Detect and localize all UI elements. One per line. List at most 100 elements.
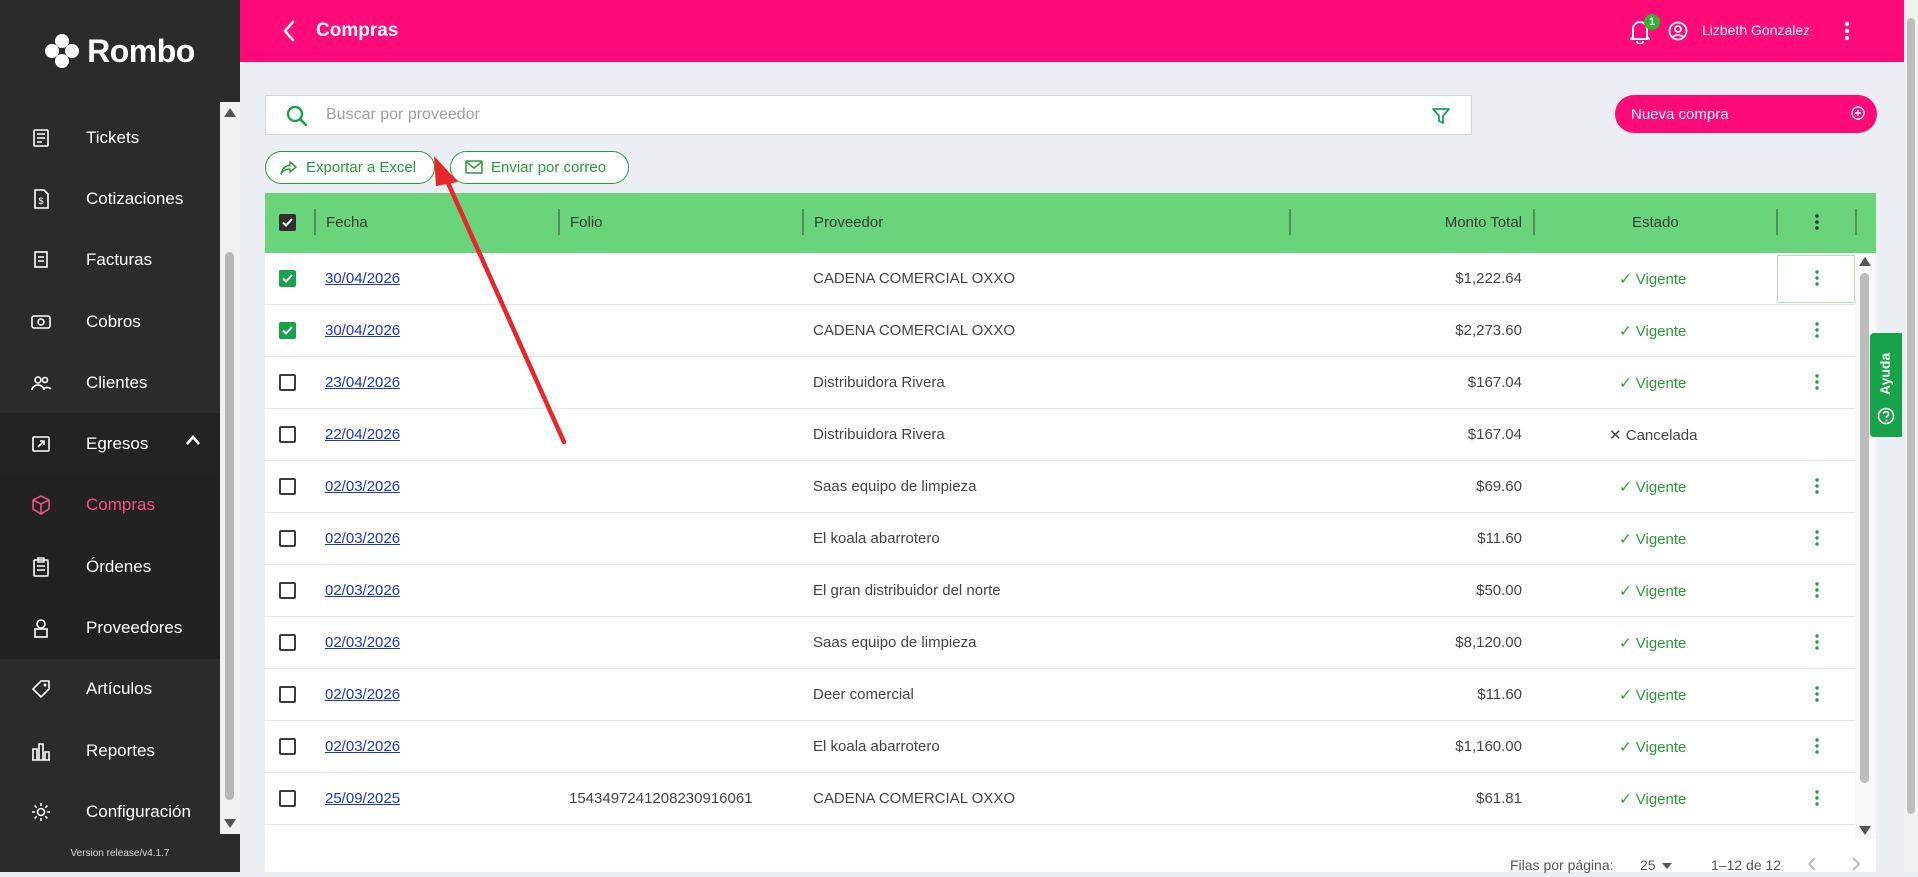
export-excel-button[interactable]: Exportar a Excel (265, 151, 435, 184)
row-checkbox[interactable] (279, 738, 296, 755)
more-vert-icon[interactable] (1814, 789, 1820, 807)
column-header-supplier[interactable]: Proveedor (814, 214, 883, 231)
table-row[interactable]: 02/03/2026 El koala abarrotero $1,160.00 ✓ … (265, 721, 1855, 773)
sidebar-item-articulos[interactable]: Artículos (0, 659, 220, 720)
date-link[interactable]: 23/04/2026 (325, 374, 400, 391)
date-link[interactable]: 02/03/2026 (325, 634, 400, 651)
pagination: Filas por página: 25 1–12 de 12 (265, 847, 1876, 877)
table-row[interactable]: 23/04/2026 Distribuidora Rivera $167.04 ✓ V… (265, 357, 1855, 409)
column-header-amount[interactable]: Monto Total (1405, 214, 1522, 231)
sidebar-item-compras[interactable]: Compras (0, 474, 220, 537)
purchases-table: Fecha Folio Proveedor Monto Total Estado… (265, 193, 1876, 873)
check-icon: ✓ (1619, 323, 1636, 340)
filter-icon[interactable] (1431, 106, 1451, 126)
sidebar-item-label: Proveedores (86, 618, 183, 638)
sidebar-item-ordenes[interactable]: Órdenes (0, 536, 220, 598)
table-row[interactable]: 02/03/2026 El gran distribuidor del norte… (265, 565, 1855, 617)
more-vert-icon[interactable] (1814, 321, 1820, 339)
supplier-cell: Distribuidora Rivera (813, 374, 945, 391)
check-icon: ✓ (1619, 479, 1636, 496)
brand-logo[interactable]: Rombo (0, 0, 240, 102)
amount-cell: $1,222.64 (1455, 270, 1522, 287)
sidebar-item-cobros[interactable]: Cobros (0, 291, 220, 352)
user-icon[interactable] (1668, 21, 1688, 41)
table-row[interactable]: 22/04/2026 Distribuidora Rivera $167.04 ✕ C… (265, 409, 1855, 461)
column-menu-icon[interactable] (1814, 213, 1820, 231)
status-badge: ✓ Vigente (1619, 790, 1686, 808)
share-icon (280, 161, 297, 175)
more-vert-icon[interactable] (1814, 737, 1820, 755)
user-name[interactable]: Lizbeth Gonzalez (1702, 22, 1810, 38)
logo-icon (45, 34, 80, 68)
table-row[interactable]: 30/04/2026 CADENA COMERCIAL OXXO $1,222.64… (265, 253, 1855, 305)
tag-icon (30, 678, 52, 700)
send-email-button[interactable]: Enviar por correo (450, 151, 629, 184)
row-checkbox[interactable] (279, 686, 296, 703)
sidebar-item-label: Cobros (86, 311, 141, 331)
date-link[interactable]: 22/04/2026 (325, 426, 400, 443)
date-link[interactable]: 30/04/2026 (325, 270, 400, 287)
search-input[interactable] (326, 104, 1326, 126)
sidebar-item-label: Órdenes (86, 556, 152, 576)
table-row[interactable]: 02/03/2026 Saas equipo de limpieza $8,120.… (265, 617, 1855, 669)
row-checkbox[interactable] (279, 790, 296, 807)
sidebar-item-facturas[interactable]: Facturas (0, 230, 220, 291)
sidebar-scrollbar[interactable] (220, 102, 240, 834)
more-vert-icon[interactable] (1814, 373, 1820, 391)
back-arrow-icon[interactable] (282, 20, 296, 42)
table-row[interactable]: 25/09/2025 1543497241208230916061 CADENA C… (265, 773, 1855, 825)
row-checkbox[interactable] (279, 582, 296, 599)
clipboard-icon (30, 556, 52, 578)
row-checkbox[interactable] (279, 634, 296, 651)
select-all-checkbox[interactable] (279, 214, 296, 231)
column-header-date[interactable]: Fecha (326, 214, 368, 231)
table-row[interactable]: 02/03/2026 El koala abarrotero $11.60 ✓ Vig… (265, 513, 1855, 565)
sidebar-item-egresos[interactable]: Egresos (0, 413, 220, 475)
page-scrollbar[interactable] (1904, 0, 1918, 872)
sidebar-item-reportes[interactable]: Reportes (0, 720, 220, 781)
chevron-up-icon[interactable] (186, 435, 200, 446)
more-vert-icon[interactable] (1814, 633, 1820, 651)
prev-page-icon[interactable] (1807, 857, 1817, 871)
quote-icon: $ (30, 188, 52, 210)
rows-per-page-label: Filas por página: (1510, 857, 1614, 873)
date-link[interactable]: 30/04/2026 (325, 322, 400, 339)
status-label: Vigente (1635, 323, 1687, 340)
chevron-down-icon[interactable] (1662, 863, 1672, 869)
more-vert-icon[interactable] (1844, 20, 1850, 42)
date-link[interactable]: 02/03/2026 (325, 530, 400, 547)
date-link[interactable]: 02/03/2026 (325, 478, 400, 495)
table-header: Fecha Folio Proveedor Monto Total Estado (265, 193, 1876, 253)
table-row[interactable]: 30/04/2026 CADENA COMERCIAL OXXO $2,273.60… (265, 305, 1855, 357)
row-checkbox[interactable] (279, 530, 296, 547)
row-checkbox[interactable] (279, 322, 296, 339)
sidebar-item-proveedores[interactable]: Proveedores (0, 597, 220, 659)
column-header-folio[interactable]: Folio (570, 214, 603, 231)
sidebar-item-label: Tickets (86, 127, 140, 147)
more-vert-icon[interactable] (1814, 269, 1820, 287)
more-vert-icon[interactable] (1814, 477, 1820, 495)
more-vert-icon[interactable] (1814, 685, 1820, 703)
sidebar-item-cotizaciones[interactable]: $ Cotizaciones (0, 168, 220, 229)
row-checkbox[interactable] (279, 374, 296, 391)
date-link[interactable]: 02/03/2026 (325, 686, 400, 703)
date-link[interactable]: 02/03/2026 (325, 582, 400, 599)
sidebar-item-tickets[interactable]: Tickets (0, 107, 220, 168)
send-email-label: Enviar por correo (491, 159, 607, 176)
table-row[interactable]: 02/03/2026 Saas equipo de limpieza $69.60 ✓… (265, 461, 1855, 513)
next-page-icon[interactable] (1851, 857, 1861, 871)
more-vert-icon[interactable] (1814, 529, 1820, 547)
rows-per-page-select[interactable]: 25 (1640, 857, 1656, 873)
row-checkbox[interactable] (279, 478, 296, 495)
help-tab[interactable]: Ayuda (1870, 333, 1902, 437)
date-link[interactable]: 25/09/2025 (325, 790, 400, 807)
row-checkbox[interactable] (279, 270, 296, 287)
date-link[interactable]: 02/03/2026 (325, 738, 400, 755)
row-checkbox[interactable] (279, 426, 296, 443)
table-row[interactable]: 02/03/2026 Deer comercial $11.60 ✓ Vigente (265, 669, 1855, 721)
more-vert-icon[interactable] (1814, 581, 1820, 599)
new-purchase-button[interactable]: Nueva compra (1615, 95, 1877, 133)
column-header-status[interactable]: Estado (1632, 214, 1679, 231)
status-label: Vigente (1635, 531, 1687, 548)
sidebar-item-clientes[interactable]: Clientes (0, 352, 220, 413)
